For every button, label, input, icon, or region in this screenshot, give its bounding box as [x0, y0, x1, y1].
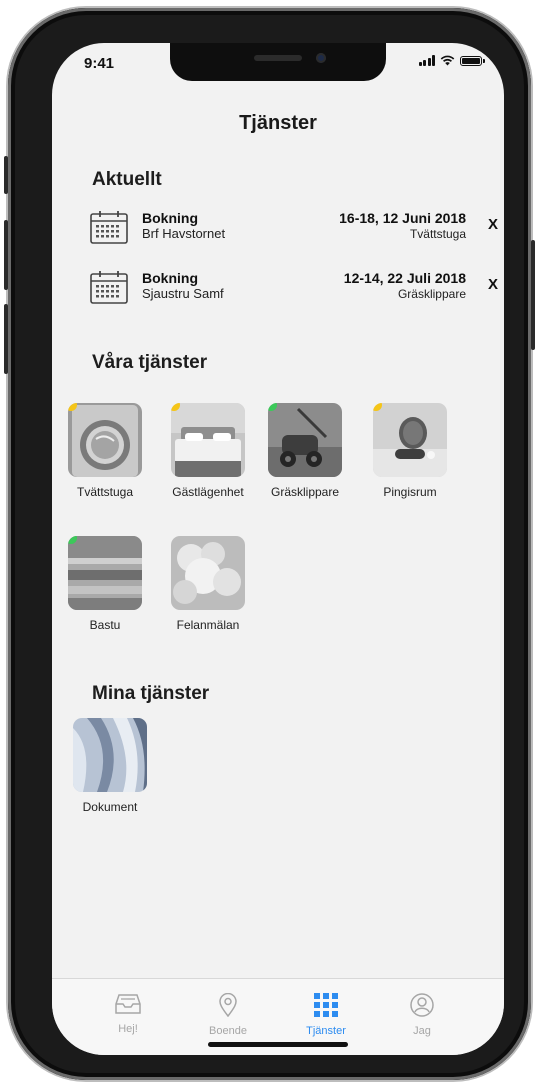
- home-indicator[interactable]: [208, 1042, 348, 1047]
- service-label: Dokument: [82, 800, 138, 814]
- service-label: Gästlägenhet: [172, 485, 244, 499]
- fabric-image: [73, 718, 147, 792]
- booking-service: Gräsklippare: [397, 287, 466, 301]
- remove-booking-button[interactable]: X: [488, 216, 498, 233]
- guest-room-image: [171, 403, 245, 477]
- tab-bar: Hej! Boende Tjänster Jag: [52, 978, 504, 1055]
- service-label: Gräsklippare: [270, 485, 340, 499]
- service-tile-felanmalan[interactable]: Felanmälan: [160, 536, 256, 632]
- remove-booking-button[interactable]: X: [488, 276, 498, 293]
- front-camera: [316, 53, 326, 63]
- service-label: Pingisrum: [383, 485, 437, 499]
- service-label: Tvättstuga: [76, 485, 134, 499]
- service-label: Felanmälan: [176, 618, 240, 632]
- user-icon: [410, 993, 434, 1017]
- washing-machine-image: [68, 403, 142, 477]
- grid-icon: [314, 993, 338, 1017]
- mute-switch: [4, 156, 8, 194]
- booking-place: Sjaustru Samf: [142, 286, 224, 301]
- mina-tjanster-heading: Mina tjänster: [92, 683, 210, 704]
- service-label: Bastu: [89, 618, 121, 632]
- booking-title: Bokning: [142, 210, 198, 226]
- booking-date: 12-14, 22 Juli 2018: [343, 270, 466, 286]
- speaker-grille: [254, 55, 302, 61]
- tab-tjanster[interactable]: Tjänster: [286, 993, 366, 1037]
- booking-place: Brf Havstornet: [142, 226, 226, 241]
- tab-jag[interactable]: Jag: [382, 993, 462, 1037]
- tab-hej[interactable]: Hej!: [88, 993, 168, 1035]
- booking-service: Tvättstuga: [409, 227, 466, 241]
- aktuellt-heading: Aktuellt: [92, 169, 162, 190]
- clouds-image: [171, 536, 245, 610]
- service-tile-bastu[interactable]: Bastu: [57, 536, 153, 632]
- service-tile-tvattstuga[interactable]: Tvättstuga: [57, 403, 153, 499]
- volume-up-button: [4, 220, 8, 290]
- notch: [170, 43, 386, 81]
- battery-icon: [460, 55, 485, 66]
- service-tile-pingisrum[interactable]: Pingisrum: [362, 403, 458, 499]
- wifi-icon: [440, 55, 455, 66]
- tab-label: Hej!: [118, 1023, 138, 1035]
- tab-boende[interactable]: Boende: [188, 992, 268, 1037]
- service-tile-grasklippare[interactable]: Gräsklippare: [257, 403, 353, 499]
- calendar-icon: [90, 211, 128, 244]
- booking-row[interactable]: Bokning Sjaustru Samf 12-14, 22 Juli 201…: [90, 266, 502, 306]
- booking-title: Bokning: [142, 270, 198, 286]
- service-tile-dokument[interactable]: Dokument: [62, 718, 158, 814]
- tab-label: Boende: [209, 1025, 247, 1037]
- phone-frame: 9:41 Tjänster Aktuellt Bokning Brf Havst…: [4, 8, 535, 1080]
- page-title: Tjänster: [239, 112, 317, 134]
- status-time: 9:41: [84, 55, 115, 72]
- ping-pong-image: [373, 403, 447, 477]
- location-pin-icon: [219, 992, 237, 1018]
- sauna-image: [68, 536, 142, 610]
- service-tile-gastlagenhet[interactable]: Gästlägenhet: [160, 403, 256, 499]
- vara-tjanster-heading: Våra tjänster: [92, 352, 208, 373]
- power-button: [531, 240, 535, 350]
- lawn-mower-image: [268, 403, 342, 477]
- status-icons: [418, 55, 485, 66]
- tab-label: Jag: [413, 1025, 431, 1037]
- calendar-icon: [90, 271, 128, 304]
- booking-date: 16-18, 12 Juni 2018: [339, 210, 466, 226]
- inbox-icon: [115, 994, 141, 1014]
- tab-label: Tjänster: [306, 1025, 346, 1037]
- volume-down-button: [4, 304, 8, 374]
- booking-row[interactable]: Bokning Brf Havstornet 16-18, 12 Juni 20…: [90, 206, 502, 246]
- signal-icon: [418, 55, 435, 66]
- screen: 9:41 Tjänster Aktuellt Bokning Brf Havst…: [52, 43, 504, 1055]
